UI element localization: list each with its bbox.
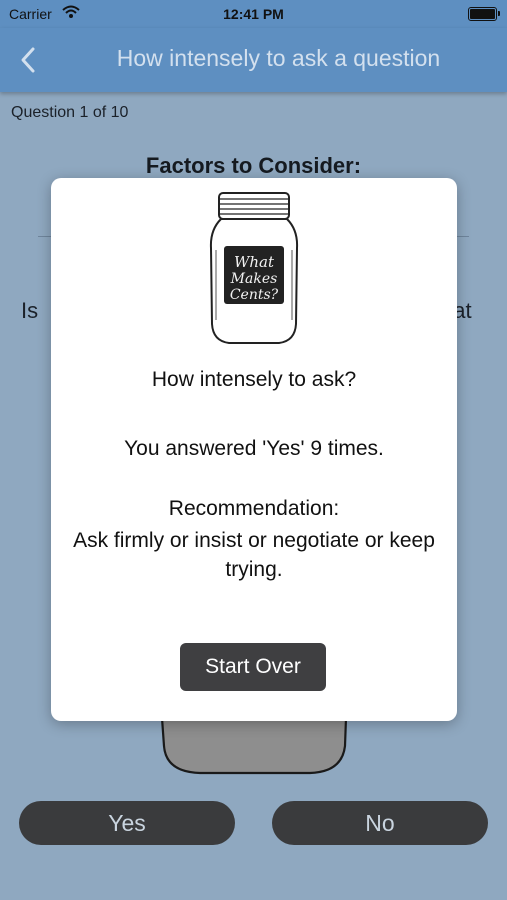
no-button[interactable]: No (272, 801, 488, 845)
svg-text:What: What (234, 253, 275, 271)
status-bar: Carrier 12:41 PM (0, 0, 507, 28)
dialog-heading: How intensely to ask? (151, 368, 357, 391)
factors-title: Factors to Consider: (145, 153, 362, 178)
clock-time: 12:41 PM (223, 6, 284, 22)
yes-button[interactable]: Yes (19, 801, 235, 845)
question-progress: Question 1 of 10 (11, 104, 129, 121)
question-text-fragment-left: Is (21, 298, 39, 323)
back-chevron-icon[interactable] (18, 45, 40, 75)
svg-text:Cents?: Cents? (230, 287, 279, 303)
result-dialog: What Makes Cents? How intensely to ask? … (51, 178, 457, 721)
battery-icon (468, 7, 500, 21)
jar-illustration-bottom (160, 716, 350, 781)
start-over-button[interactable]: Start Over (180, 643, 326, 691)
svg-text:Makes: Makes (230, 271, 278, 287)
recommendation-text: Ask firmly or insist or negotiate or kee… (73, 529, 435, 581)
nav-title: How intensely to ask a question (116, 45, 441, 71)
mason-jar-logo: What Makes Cents? (207, 188, 301, 348)
answer-summary: You answered 'Yes' 9 times. (124, 437, 384, 460)
navigation-bar: How intensely to ask a question (0, 28, 507, 92)
recommendation-label: Recommendation: (168, 497, 340, 520)
